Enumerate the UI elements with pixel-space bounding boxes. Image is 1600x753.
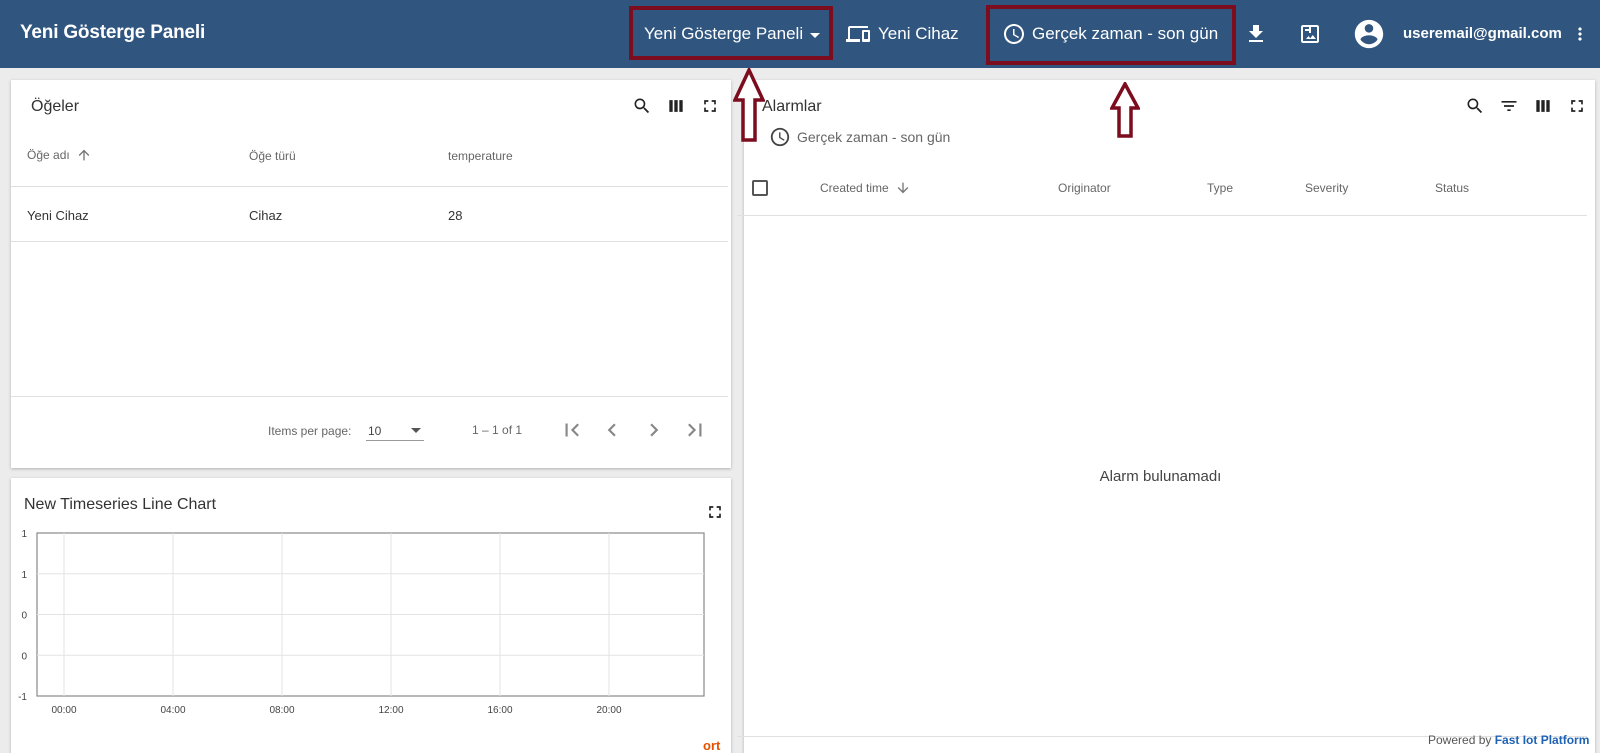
- cell-type: Cihaz: [249, 208, 283, 223]
- entities-panel: Öğeler Öğe adı Öğe türü temperature Yeni…: [11, 80, 731, 468]
- alarms-timewindow[interactable]: Gerçek zaman - son gün: [769, 126, 950, 148]
- entities-title: Öğeler: [31, 98, 80, 115]
- first-page-icon[interactable]: [559, 417, 585, 443]
- timeseries-chart-panel: New Timeseries Line Chart 1 1 0 0 -1 00:00 04:…: [11, 478, 731, 753]
- items-per-page-select[interactable]: 10: [366, 419, 424, 441]
- entities-table-header: Öğe adı Öğe türü temperature: [11, 135, 728, 187]
- highlight-box-dashboard-select: [629, 6, 833, 60]
- x-tick-label: 08:00: [269, 705, 294, 716]
- x-tick-label: 04:00: [160, 705, 185, 716]
- highlight-box-timewindow: [986, 5, 1236, 65]
- column-header-temperature[interactable]: temperature: [448, 149, 513, 163]
- table-row[interactable]: Yeni Cihaz Cihaz 28: [11, 188, 728, 242]
- account-avatar-icon[interactable]: [1352, 17, 1386, 51]
- search-icon[interactable]: [1463, 94, 1487, 118]
- line-chart[interactable]: 1 1 0 0 -1 00:00 04:00 08:00 12:00 16:00 20:00: [11, 478, 731, 753]
- column-header-severity[interactable]: Severity: [1305, 181, 1348, 195]
- caret-down-icon: [411, 428, 421, 433]
- highlight-arrow-up-icon: [733, 68, 765, 142]
- columns-icon[interactable]: [664, 94, 688, 118]
- column-header-status[interactable]: Status: [1435, 181, 1469, 195]
- y-tick-label: 0: [21, 611, 27, 622]
- paginator: Items per page: 10 1 – 1 of 1: [11, 396, 728, 468]
- column-header-name[interactable]: Öğe adı: [27, 147, 92, 163]
- sort-arrow-up-icon: [78, 149, 90, 161]
- alarms-title: Alarmlar: [762, 98, 822, 115]
- download-icon[interactable]: [1244, 22, 1268, 46]
- column-header-created-time[interactable]: Created time: [820, 180, 911, 196]
- more-vert-icon[interactable]: [1570, 22, 1590, 46]
- alarms-table-header: Created time Originator Type Severity St…: [737, 160, 1587, 216]
- previous-page-icon[interactable]: [599, 417, 625, 443]
- empty-alarms-message: Alarm bulunamadı: [1099, 468, 1222, 485]
- highlight-arrow-up-icon: [1110, 82, 1140, 138]
- fullscreen-icon[interactable]: [698, 94, 722, 118]
- x-tick-label: 16:00: [487, 705, 512, 716]
- column-header-created-time-label: Created time: [820, 181, 889, 195]
- y-tick-label: 1: [21, 570, 27, 581]
- platform-link[interactable]: Fast Iot Platform: [1495, 733, 1590, 747]
- entity-state-button[interactable]: Yeni Cihaz: [846, 0, 959, 68]
- column-header-originator[interactable]: Originator: [1058, 181, 1111, 195]
- cell-temperature: 28: [448, 208, 463, 223]
- user-email[interactable]: useremail@gmail.com: [1403, 25, 1562, 42]
- search-icon[interactable]: [630, 94, 654, 118]
- cell-name: Yeni Cihaz: [27, 208, 89, 223]
- page-range-label: 1 – 1 of 1: [472, 423, 523, 437]
- clock-icon: [770, 127, 790, 147]
- powered-by: Powered by Fast Iot Platform: [1428, 733, 1589, 747]
- chart-legend-fragment: ort: [703, 738, 721, 753]
- y-tick-label: 0: [21, 651, 27, 662]
- last-page-icon[interactable]: [682, 417, 708, 443]
- export-image-icon[interactable]: [1298, 22, 1322, 46]
- alarms-panel: Alarmlar Gerçek zaman - son gün Created …: [737, 80, 1595, 753]
- x-tick-label: 12:00: [378, 705, 403, 716]
- filter-icon[interactable]: [1497, 94, 1521, 118]
- y-tick-label: -1: [18, 692, 27, 703]
- fullscreen-icon[interactable]: [1565, 94, 1589, 118]
- items-per-page-label: Items per page:: [268, 424, 352, 438]
- alarms-timewindow-label: Gerçek zaman - son gün: [797, 129, 951, 145]
- column-header-type[interactable]: Type: [1207, 181, 1233, 195]
- sort-arrow-down-icon: [897, 182, 909, 194]
- entity-label: Yeni Cihaz: [878, 24, 959, 43]
- y-tick-label: 1: [21, 529, 27, 540]
- columns-icon[interactable]: [1531, 94, 1555, 118]
- items-per-page-value: 10: [368, 424, 382, 438]
- x-tick-label: 20:00: [596, 705, 621, 716]
- dashboard-title: Yeni Gösterge Paneli: [20, 22, 206, 43]
- column-header-type[interactable]: Öğe türü: [249, 149, 296, 163]
- column-header-name-label: Öğe adı: [27, 148, 70, 162]
- next-page-icon[interactable]: [641, 417, 667, 443]
- powered-by-label: Powered by: [1428, 733, 1492, 747]
- devices-icon: [846, 26, 870, 42]
- x-tick-label: 00:00: [51, 705, 76, 716]
- select-all-checkbox[interactable]: [752, 180, 768, 196]
